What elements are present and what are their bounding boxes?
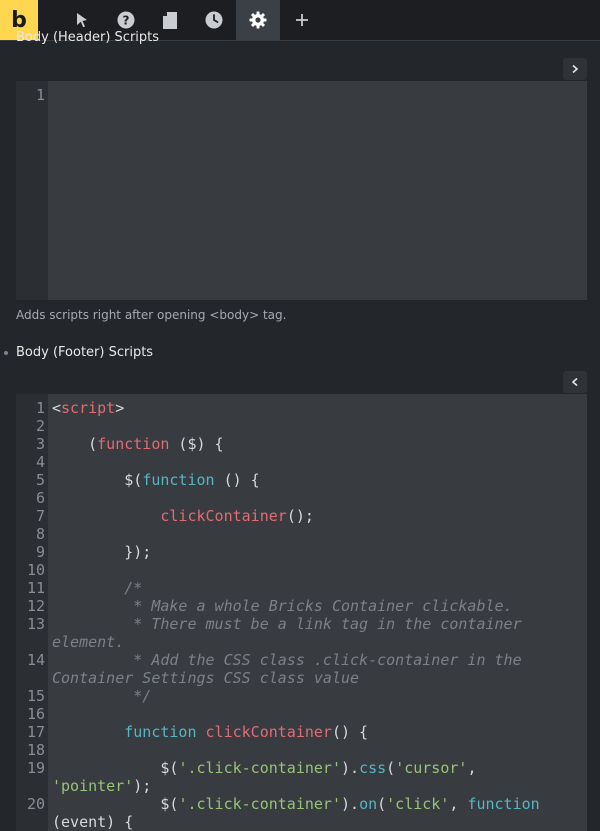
code-text: $(function () { bbox=[52, 471, 260, 489]
code-line: 14 * Add the CSS class .click-container … bbox=[16, 651, 587, 669]
code-line: 20 $('.click-container').on('click', fun… bbox=[16, 795, 587, 813]
code-line: 15 */ bbox=[16, 687, 587, 705]
line-number: 11 bbox=[26, 579, 45, 597]
line-number: 17 bbox=[26, 723, 45, 741]
code-line: 13 * There must be a link tag in the con… bbox=[16, 615, 587, 633]
line-number: 9 bbox=[35, 543, 45, 561]
svg-text:?: ? bbox=[123, 14, 130, 28]
footer-code: 1 <script> 2 3 (function ($) {4 5 $(functi… bbox=[16, 394, 587, 831]
code-text: clickContainer(); bbox=[160, 507, 314, 525]
bullet-dot bbox=[4, 351, 8, 355]
header-scripts-editor[interactable]: 1 bbox=[16, 81, 587, 300]
code-line: 7 clickContainer(); bbox=[16, 507, 587, 525]
header-scripts-label: Body (Header) Scripts bbox=[16, 30, 160, 45]
line-number: 15 bbox=[26, 687, 45, 705]
line-number: 2 bbox=[35, 417, 45, 435]
plus-icon[interactable] bbox=[280, 0, 324, 40]
line-number: 1 bbox=[35, 86, 45, 104]
footer-scripts-editor[interactable]: 1 <script> 2 3 (function ($) {4 5 $(functi… bbox=[16, 394, 587, 831]
code-line: 11 /* bbox=[16, 579, 587, 597]
code-text: }); bbox=[52, 543, 152, 561]
chevron-right-icon bbox=[572, 64, 579, 74]
code-text: element. bbox=[52, 633, 125, 651]
line-number: 20 bbox=[26, 795, 45, 813]
footer-collapse-toggle[interactable] bbox=[563, 371, 587, 393]
code-line-wrap: element. bbox=[16, 633, 587, 651]
line-number: 3 bbox=[35, 435, 45, 453]
line-number: 1 bbox=[35, 399, 45, 417]
code-line: 8 bbox=[16, 525, 587, 543]
code-line-wrap: (event) { bbox=[16, 813, 587, 831]
line-number: 12 bbox=[26, 597, 45, 615]
code-text: /* bbox=[52, 579, 143, 597]
code-line: 6 bbox=[16, 489, 587, 507]
code-text: (event) { bbox=[52, 813, 134, 831]
line-number: 14 bbox=[26, 651, 45, 669]
code-line: 12 * Make a whole Bricks Container click… bbox=[16, 597, 587, 615]
code-text: * There must be a link tag in the contai… bbox=[52, 615, 522, 633]
code-line: 2 bbox=[16, 417, 587, 435]
footer-scripts-label: Body (Footer) Scripts bbox=[4, 345, 154, 360]
history-icon[interactable] bbox=[192, 0, 236, 40]
header-scripts-hint: Adds scripts right after opening <body> … bbox=[16, 308, 287, 322]
code-line-wrap: Container Settings CSS class value bbox=[16, 669, 587, 687]
header-code: 1 bbox=[16, 81, 587, 104]
code-line: 3 (function ($) { bbox=[16, 435, 587, 453]
code-line: 1 <script> bbox=[16, 399, 587, 417]
code-text: $('.click-container').css('cursor', bbox=[52, 759, 477, 777]
code-line: 1 bbox=[16, 86, 587, 104]
code-text: function clickContainer() { bbox=[124, 723, 369, 741]
line-number: 6 bbox=[35, 489, 45, 507]
header-editor-gutter bbox=[16, 81, 48, 300]
line-number: 18 bbox=[26, 741, 45, 759]
code-line: 10 bbox=[16, 561, 587, 579]
line-number: 5 bbox=[35, 471, 45, 489]
chevron-left-icon bbox=[571, 377, 578, 387]
line-number: 8 bbox=[35, 525, 45, 543]
code-text: $('.click-container').on('click', functi… bbox=[52, 795, 540, 813]
code-line: 18 bbox=[16, 741, 587, 759]
code-text: * Make a whole Bricks Container clickabl… bbox=[52, 597, 513, 615]
settings-icon[interactable] bbox=[236, 0, 280, 40]
code-text: (function ($) { bbox=[52, 435, 224, 453]
code-line: 5 $(function () { bbox=[16, 471, 587, 489]
line-number: 19 bbox=[26, 759, 45, 777]
code-line: 16 bbox=[16, 705, 587, 723]
code-line-wrap: 'pointer'); bbox=[16, 777, 587, 795]
line-number: 7 bbox=[35, 507, 45, 525]
header-expand-toggle[interactable] bbox=[563, 58, 587, 80]
code-text: <script> bbox=[52, 399, 125, 417]
line-number: 4 bbox=[35, 453, 45, 471]
code-text: */ bbox=[52, 687, 152, 705]
code-text: Container Settings CSS class value bbox=[52, 669, 360, 687]
line-number: 10 bbox=[26, 561, 45, 579]
line-number: 13 bbox=[26, 615, 45, 633]
line-number: 16 bbox=[26, 705, 45, 723]
code-line: 17 function clickContainer() { bbox=[16, 723, 587, 741]
code-line: 19 $('.click-container').css('cursor', bbox=[16, 759, 587, 777]
code-line: 9 }); bbox=[16, 543, 587, 561]
code-text: 'pointer'); bbox=[52, 777, 152, 795]
code-text: * Add the CSS class .click-container in … bbox=[52, 651, 522, 669]
code-line: 4 bbox=[16, 453, 587, 471]
footer-scripts-label-text: Body (Footer) Scripts bbox=[16, 345, 154, 360]
